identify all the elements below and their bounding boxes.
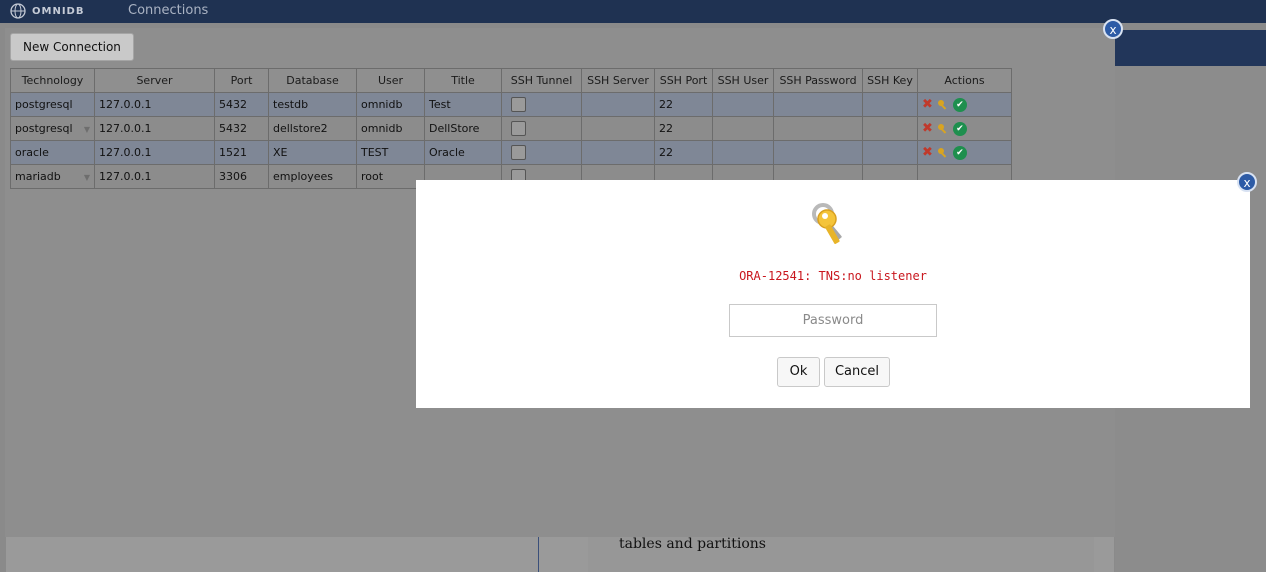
ssh-port-cell[interactable]: 22 [654,92,713,117]
background-divider [538,537,539,572]
column-header: Server [94,68,215,93]
ssh-port-cell[interactable]: 22 [654,116,713,141]
technology-value: mariadb [15,170,61,183]
ssh-key-cell[interactable] [862,116,918,141]
cancel-button[interactable]: Cancel [824,357,890,387]
ssh-password-cell[interactable] [773,92,863,117]
globe-icon [10,3,26,19]
ssh-user-cell[interactable] [712,92,774,117]
column-header: SSH Server [581,68,655,93]
server-cell[interactable]: 127.0.0.1 [94,92,215,117]
delete-icon[interactable]: ✖ [922,145,933,160]
technology-cell[interactable]: mariadb ▼ [10,164,95,189]
new-connection-button[interactable]: New Connection [10,33,134,61]
user-cell[interactable]: TEST [356,140,425,165]
dropdown-arrow-icon[interactable]: ▼ [84,125,90,134]
connections-table: Technology Server Port Database User Tit… [10,68,1012,189]
column-header: Technology [10,68,95,93]
port-cell[interactable]: 5432 [214,116,269,141]
column-header: SSH User [712,68,774,93]
ok-button[interactable]: Ok [777,357,820,387]
password-input[interactable] [729,304,937,337]
column-header: User [356,68,425,93]
delete-icon[interactable]: ✖ [922,121,933,136]
database-cell[interactable]: testdb [268,92,357,117]
database-cell[interactable]: dellstore2 [268,116,357,141]
ssh-tunnel-cell [501,116,582,141]
database-cell[interactable]: XE [268,140,357,165]
ssh-tunnel-cell [501,140,582,165]
ssh-key-cell[interactable] [862,92,918,117]
ssh-tunnel-checkbox[interactable] [511,121,526,136]
port-cell[interactable]: 5432 [214,92,269,117]
ssh-tunnel-cell [501,92,582,117]
ssh-password-cell[interactable] [773,116,863,141]
user-cell[interactable]: omnidb [356,116,425,141]
ssh-server-cell[interactable] [581,92,655,117]
actions-cell: ✖ ✔ [917,140,1012,165]
key-icon [812,203,842,244]
nav-connections-link[interactable]: Connections [128,3,208,18]
key-icon[interactable] [937,123,949,135]
delete-icon[interactable]: ✖ [922,97,933,112]
column-header: Actions [917,68,1012,93]
brand-name: OMNIDB [32,5,85,17]
column-header: SSH Password [773,68,863,93]
top-bar: OMNIDB Connections [0,0,1266,23]
user-cell[interactable]: omnidb [356,92,425,117]
error-message: ORA-12541: TNS:no listener [739,269,927,283]
column-header: Port [214,68,269,93]
actions-cell: ✖ ✔ [917,92,1012,117]
port-cell[interactable]: 1521 [214,140,269,165]
column-header: Database [268,68,357,93]
column-header: SSH Key [862,68,918,93]
server-cell[interactable]: 127.0.0.1 [94,140,215,165]
ssh-key-cell[interactable] [862,140,918,165]
ssh-password-cell[interactable] [773,140,863,165]
column-header: SSH Port [654,68,713,93]
ssh-tunnel-checkbox[interactable] [511,97,526,112]
key-icon[interactable] [937,99,949,111]
ssh-server-cell[interactable] [581,116,655,141]
connections-close-button[interactable]: x [1103,19,1123,39]
title-cell[interactable]: Test [424,92,502,117]
dialog-close-button[interactable]: x [1237,172,1257,192]
ssh-tunnel-checkbox[interactable] [511,145,526,160]
server-cell[interactable]: 127.0.0.1 [94,164,215,189]
password-dialog: ORA-12541: TNS:no listener Ok Cancel [416,180,1250,408]
column-header: SSH Tunnel [501,68,582,93]
database-cell[interactable]: employees [268,164,357,189]
brand-logo[interactable]: OMNIDB [10,3,84,19]
port-cell[interactable]: 3306 [214,164,269,189]
technology-value: postgresql [15,122,73,135]
ssh-port-cell[interactable]: 22 [654,140,713,165]
check-icon[interactable]: ✔ [952,97,967,112]
dropdown-arrow-icon[interactable]: ▼ [84,173,90,182]
technology-cell[interactable]: oracle [10,140,95,165]
technology-value: postgresql [15,98,73,111]
column-header: Title [424,68,502,93]
user-cell[interactable]: root [356,164,425,189]
key-icon[interactable] [937,147,949,159]
title-cell[interactable]: Oracle [424,140,502,165]
background-snippet-text: tables and partitions [619,536,766,552]
table-row[interactable]: postgresql ▼ 127.0.0.1 5432 dellstore2 om… [10,116,1012,141]
technology-cell[interactable]: postgresql ▼ [10,116,95,141]
ssh-user-cell[interactable] [712,116,774,141]
check-icon[interactable]: ✔ [952,121,967,136]
technology-value: oracle [15,146,49,159]
table-row[interactable]: postgresql 127.0.0.1 5432 testdb omnidb … [10,92,1012,117]
table-row[interactable]: oracle 127.0.0.1 1521 XE TEST Oracle 22 … [10,140,1012,165]
ssh-user-cell[interactable] [712,140,774,165]
technology-cell[interactable]: postgresql [10,92,95,117]
server-cell[interactable]: 127.0.0.1 [94,116,215,141]
table-header-row: Technology Server Port Database User Tit… [10,68,1012,93]
ssh-server-cell[interactable] [581,140,655,165]
check-icon[interactable]: ✔ [952,145,967,160]
background-header-bar [1115,30,1266,66]
title-cell[interactable]: DellStore [424,116,502,141]
actions-cell: ✖ ✔ [917,116,1012,141]
